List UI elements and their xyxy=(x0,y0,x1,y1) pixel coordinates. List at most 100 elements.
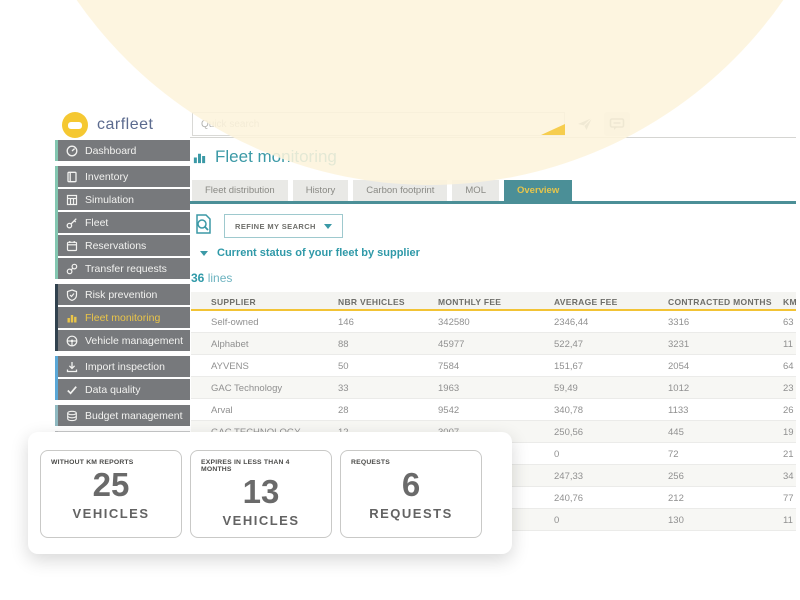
table-cell: 11 xyxy=(783,515,793,526)
table-cell: 1963 xyxy=(438,383,460,394)
search-input[interactable] xyxy=(192,112,565,136)
table-cell: 250,56 xyxy=(554,427,584,438)
section-toggle[interactable]: Current status of your fleet by supplier xyxy=(200,247,420,259)
sidebar-item-fleet[interactable]: Fleet xyxy=(58,212,190,233)
refine-search-button[interactable]: REFINE MY SEARCH xyxy=(224,214,343,238)
table-cell: 130 xyxy=(668,515,684,526)
table-cell: 59,49 xyxy=(554,383,578,394)
column-header[interactable]: KM xyxy=(783,297,796,307)
kpi-card-without-km-reports[interactable]: WITHOUT KM REPORTS 25 VEHICLES xyxy=(40,450,182,538)
download-icon xyxy=(66,361,78,372)
table-cell: 28 xyxy=(338,405,349,416)
corner-triangle-decoration xyxy=(541,124,565,135)
brand-name: carfleet xyxy=(97,116,154,133)
table-cell: 212 xyxy=(668,493,684,504)
tab-overview[interactable]: Overview xyxy=(503,180,573,201)
table-cell: 11 xyxy=(783,339,793,350)
steering-wheel-icon xyxy=(66,335,78,346)
tab-bar: Fleet distribution History Carbon footpr… xyxy=(192,180,573,201)
table-cell: 1133 xyxy=(668,405,689,416)
table-cell: 63 xyxy=(783,317,794,328)
table-cell: 3231 xyxy=(668,339,690,350)
sidebar-item-reservations[interactable]: Reservations xyxy=(58,235,190,256)
table-row[interactable]: Self-owned 146 342580 2346,44 3316 63 xyxy=(191,311,796,333)
table-header: SUPPLIER NBR VEHICLES MONTHLY FEE AVERAGE F… xyxy=(191,292,796,311)
table-cell: 19 xyxy=(783,427,794,438)
sidebar-item-budget-management[interactable]: Budget management xyxy=(58,405,190,426)
chat-icon[interactable] xyxy=(604,112,630,136)
send-icon[interactable] xyxy=(572,112,598,136)
kpi-overlay-panel: WITHOUT KM REPORTS 25 VEHICLES EXPIRES I… xyxy=(28,432,512,554)
tab-underline xyxy=(190,201,796,204)
kpi-card-expires-soon[interactable]: EXPIRES IN LESS THAN 4 MONTHS 13 VEHICLE… xyxy=(190,450,332,538)
topbar-divider xyxy=(190,137,796,138)
tab-history[interactable]: History xyxy=(292,180,349,201)
table-cell: 3316 xyxy=(668,317,690,328)
column-header[interactable]: CONTRACTED MONTHS xyxy=(668,297,772,307)
sidebar: Dashboard Inventory Simulation Fleet Res… xyxy=(55,140,190,457)
table-cell: 88 xyxy=(338,339,349,350)
sidebar-item-data-quality[interactable]: Budget management Data quality xyxy=(58,379,190,400)
table-cell: GAC Technology xyxy=(211,383,283,394)
page-title: Fleet monitoring xyxy=(192,147,337,167)
table-cell: 64 xyxy=(783,361,794,372)
table-cell: 23 xyxy=(783,383,794,394)
book-icon xyxy=(67,171,77,182)
table-cell: 146 xyxy=(338,317,354,328)
table-cell: 34 xyxy=(783,471,794,482)
table-cell: 0 xyxy=(554,449,560,460)
table-cell: 72 xyxy=(668,449,679,460)
link-icon xyxy=(66,263,78,274)
kpi-card-requests[interactable]: REQUESTS 6 REQUESTS xyxy=(340,450,482,538)
table-row[interactable]: AYVENS 50 7584 151,67 2054 64 xyxy=(191,355,796,377)
table-cell: 77 xyxy=(783,493,794,504)
table-cell: 342580 xyxy=(438,317,470,328)
table-cell: 2346,44 xyxy=(554,317,589,328)
tab-carbon-footprint[interactable]: Carbon footprint xyxy=(353,180,448,201)
sidebar-item-fleet-monitoring[interactable]: Fleet monitoring xyxy=(58,307,190,328)
document-search-icon[interactable] xyxy=(193,213,214,236)
column-header[interactable]: NBR VEHICLES xyxy=(338,297,405,307)
sidebar-item-simulation[interactable]: Simulation xyxy=(58,189,190,210)
table-row[interactable]: Arval 28 9542 340,78 1133 26 xyxy=(191,399,796,421)
bar-chart-icon xyxy=(193,153,206,163)
table-cell: 7584 xyxy=(438,361,460,372)
lines-count: 36 lines xyxy=(191,271,233,285)
car-logo-icon xyxy=(62,112,88,138)
table-cell: 1012 xyxy=(668,383,690,394)
table-cell: 522,47 xyxy=(554,339,584,350)
table-cell: 33 xyxy=(338,383,349,394)
table-cell: 9542 xyxy=(438,405,460,416)
calendar-icon xyxy=(66,240,78,251)
table-cell: 340,78 xyxy=(554,405,584,416)
sidebar-item-transfer-requests[interactable]: Transfer requests xyxy=(58,258,190,279)
sidebar-item-inventory[interactable]: Inventory xyxy=(58,166,190,187)
table-cell: Self-owned xyxy=(211,317,259,328)
table-cell: Alphabet xyxy=(211,339,249,350)
column-header[interactable]: AVERAGE FEE xyxy=(554,297,618,307)
sidebar-item-import-inspection[interactable]: Import inspection xyxy=(58,356,190,377)
table-cell: 445 xyxy=(668,427,684,438)
sidebar-item-vehicle-management[interactable]: Vehicle management xyxy=(58,330,190,351)
column-header[interactable]: MONTHLY FEE xyxy=(438,297,501,307)
table-cell: 2054 xyxy=(668,361,690,372)
table-row[interactable]: Alphabet 88 45977 522,47 3231 11 xyxy=(191,333,796,355)
table-cell: 0 xyxy=(554,515,560,526)
table-cell: AYVENS xyxy=(211,361,249,372)
bar-chart-icon xyxy=(67,314,77,322)
tab-fleet-distribution[interactable]: Fleet distribution xyxy=(192,180,288,201)
table-row[interactable]: GAC Technology 33 1963 59,49 1012 23 xyxy=(191,377,796,399)
collapse-arrow-icon xyxy=(200,250,208,256)
brand-logo[interactable]: carfleet xyxy=(62,112,153,138)
check-icon xyxy=(67,385,77,395)
sidebar-item-dashboard[interactable]: Dashboard xyxy=(58,140,190,161)
table-cell: 26 xyxy=(783,405,794,416)
table-cell: 21 xyxy=(783,449,794,460)
calculator-icon xyxy=(66,194,78,205)
column-header[interactable]: SUPPLIER xyxy=(211,297,256,307)
sidebar-item-risk-prevention[interactable]: Risk prevention xyxy=(58,284,190,305)
table-cell: 50 xyxy=(338,361,349,372)
coins-icon xyxy=(67,410,77,421)
tab-mol[interactable]: MOL xyxy=(452,180,499,201)
table-cell: 45977 xyxy=(438,339,465,350)
